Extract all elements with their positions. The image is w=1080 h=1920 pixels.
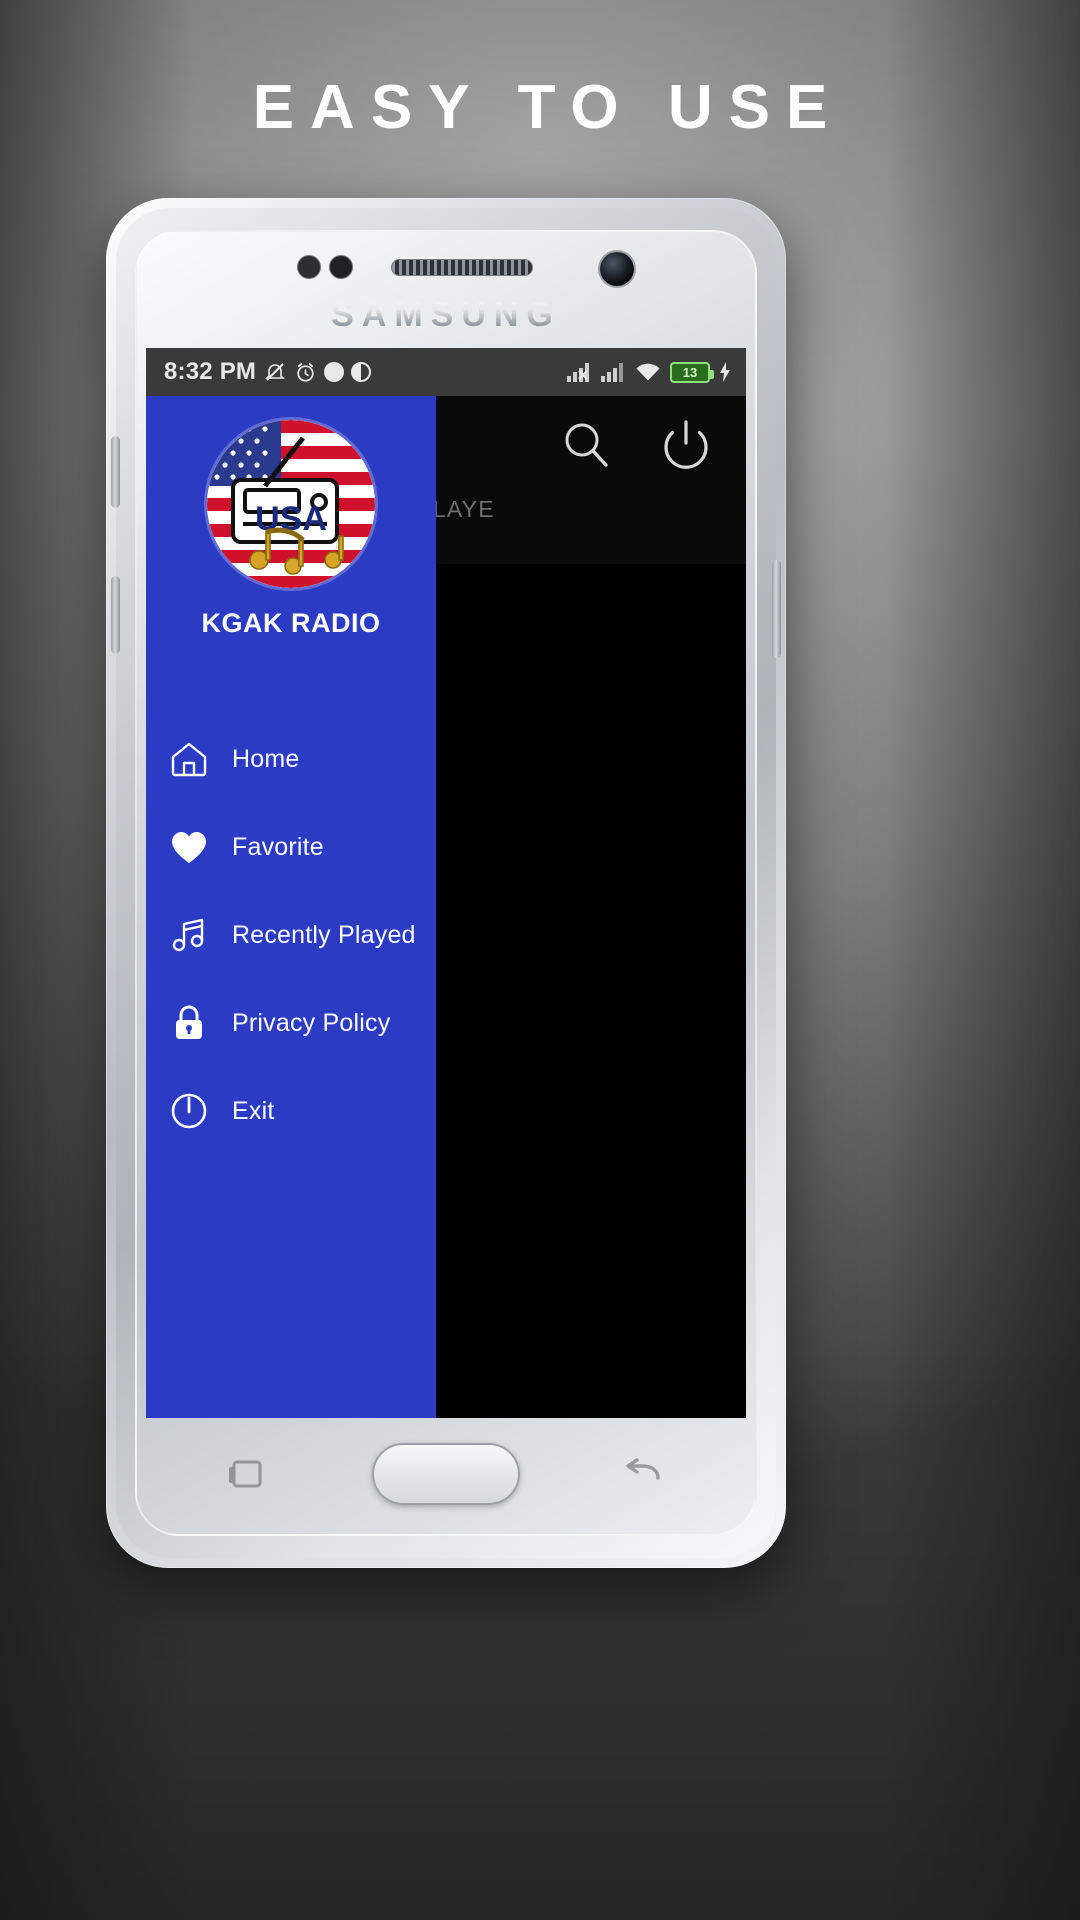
drawer-title: KGAK RADIO <box>201 608 381 638</box>
logo-artwork: USA <box>207 420 375 588</box>
volume-up-button[interactable] <box>111 436 120 508</box>
signal-icon-1 <box>566 361 592 383</box>
sidebar-item-label: Recently Played <box>232 920 416 949</box>
power-icon <box>168 1090 210 1132</box>
charging-icon <box>718 361 732 383</box>
circle-icon <box>324 362 345 382</box>
sidebar-item-recently-played[interactable]: Recently Played <box>146 891 436 979</box>
home-button[interactable] <box>372 1443 520 1505</box>
status-bar-left: 8:32 PM <box>164 358 372 386</box>
music-note-icon <box>168 914 210 956</box>
navigation-drawer: USA KGAK RADIO Home Favorite Recently Pl… <box>146 396 436 1418</box>
sidebar-item-label: Exit <box>232 1096 275 1125</box>
battery-icon: 13 <box>670 361 714 383</box>
wifi-icon <box>634 361 662 383</box>
home-icon <box>168 738 210 780</box>
proximity-sensor-icon <box>298 256 320 278</box>
phone-body: SAMSUNG 8:32 PM 13 PLAYE USA KGAK RADIO … <box>111 208 781 1558</box>
recents-icon[interactable] <box>224 1452 274 1496</box>
power-icon[interactable] <box>658 416 714 477</box>
phone-mockup: SAMSUNG 8:32 PM 13 PLAYE USA KGAK RADIO … <box>106 198 786 1568</box>
device-brand: SAMSUNG <box>116 296 776 335</box>
sidebar-item-label: Home <box>232 744 300 773</box>
light-sensor-icon <box>330 256 352 278</box>
power-side-button[interactable] <box>772 560 781 658</box>
drawer-menu: Home Favorite Recently Played Privacy Po… <box>146 715 436 1155</box>
sidebar-item-label: Privacy Policy <box>232 1008 391 1037</box>
mute-icon <box>263 360 287 384</box>
app-content: E RECENTLY PLAYE <box>146 396 746 1418</box>
heart-icon <box>168 826 210 868</box>
battery-level: 13 <box>682 364 698 380</box>
earpiece-speaker <box>392 260 532 275</box>
volume-down-button[interactable] <box>111 576 120 654</box>
back-icon[interactable] <box>618 1452 668 1496</box>
sidebar-item-home[interactable]: Home <box>146 715 436 803</box>
page-title: EASY TO USE <box>252 73 844 142</box>
signal-icon-2 <box>600 361 626 383</box>
status-time: 8:32 PM <box>164 358 257 385</box>
sidebar-item-exit[interactable]: Exit <box>146 1067 436 1155</box>
sensor-row <box>116 250 776 286</box>
status-bar-right: 13 <box>566 361 732 383</box>
alarm-icon <box>294 361 317 384</box>
system-navigation-bar <box>146 1418 746 1530</box>
phone-screen: 8:32 PM 13 PLAYE USA KGAK RADIO Home Fav… <box>146 348 746 1418</box>
front-camera-icon <box>600 252 634 286</box>
lock-icon <box>168 1002 210 1044</box>
sidebar-item-privacy-policy[interactable]: Privacy Policy <box>146 979 436 1067</box>
half-circle-icon <box>351 362 372 382</box>
usa-radio-logo: USA <box>207 420 375 588</box>
sidebar-item-label: Favorite <box>232 832 324 861</box>
search-icon[interactable] <box>558 416 614 477</box>
status-bar: 8:32 PM 13 <box>146 348 746 396</box>
sidebar-item-favorite[interactable]: Favorite <box>146 803 436 891</box>
